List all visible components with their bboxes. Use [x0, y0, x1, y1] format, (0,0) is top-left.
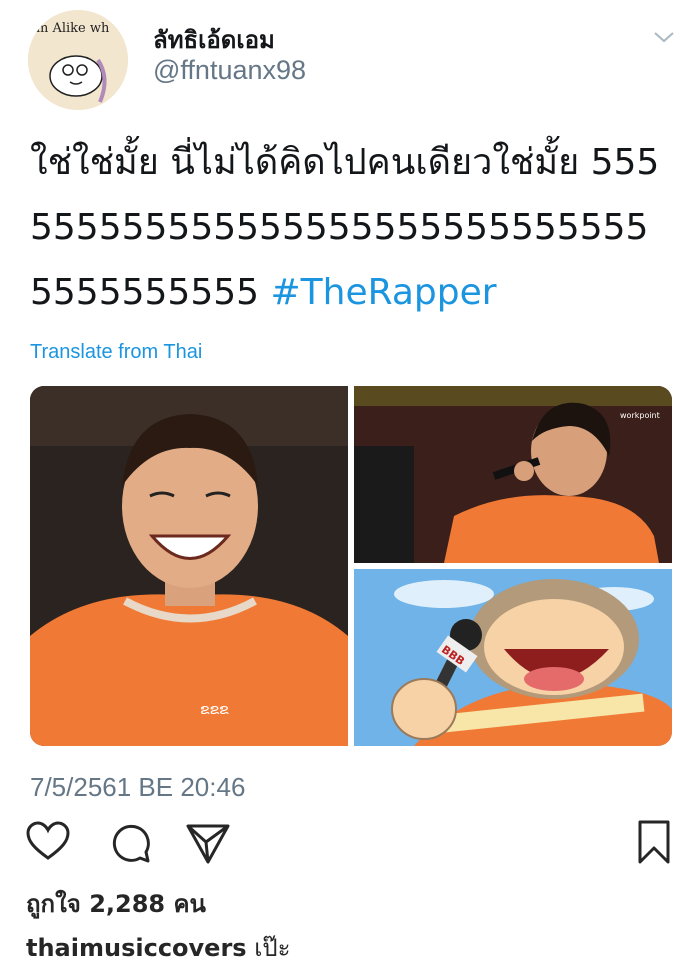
hashtag-link[interactable]: #TheRapper: [271, 272, 497, 313]
avatar[interactable]: m Alike wh: [28, 10, 128, 110]
tweet-card: m Alike wh ลัทธิเอ้ดเอม @ffntuanx98 ใช่ใ…: [0, 0, 700, 802]
bookmark-icon[interactable]: [630, 818, 678, 866]
caption: thaimusiccovers เป๊ะ: [26, 928, 291, 967]
caption-text: เป๊ะ: [254, 934, 291, 962]
watermark: workpoint: [620, 411, 660, 420]
avatar-text: m Alike wh: [36, 21, 110, 36]
photo-2[interactable]: workpoint: [354, 386, 672, 563]
photo-3[interactable]: BBB: [354, 569, 672, 746]
timestamp: 7/5/2561 BE 20:46: [30, 772, 246, 802]
chevron-down-icon[interactable]: [652, 28, 676, 46]
tweet-text: ใช่ใช่มั้ย นี่ไม่ได้คิดไปคนเดียวใช่มั้ย …: [30, 130, 660, 325]
photo-1[interactable]: ຂຂຂ: [30, 386, 348, 746]
comment-icon[interactable]: [106, 818, 154, 866]
person-laughing-photo: ຂຂຂ: [30, 386, 348, 746]
media-grid: ຂຂຂ workpoint BBB: [30, 386, 672, 746]
action-bar: [0, 812, 700, 872]
person-with-microphone-photo: workpoint: [354, 386, 672, 563]
user-handle[interactable]: @ffntuanx98: [153, 55, 306, 86]
translate-link[interactable]: Translate from Thai: [30, 341, 202, 364]
heart-icon[interactable]: [24, 818, 72, 866]
share-icon[interactable]: [184, 818, 232, 866]
cartoon-character-photo: BBB: [354, 569, 672, 746]
svg-text:ຂຂຂ: ຂຂຂ: [200, 702, 229, 718]
caption-username[interactable]: thaimusiccovers: [26, 934, 247, 962]
display-name[interactable]: ลัทธิเอ้ดเอม: [153, 20, 275, 59]
like-count[interactable]: ถูกใจ 2,288 คน: [26, 884, 206, 923]
avatar-drawing: m Alike wh: [28, 10, 128, 110]
